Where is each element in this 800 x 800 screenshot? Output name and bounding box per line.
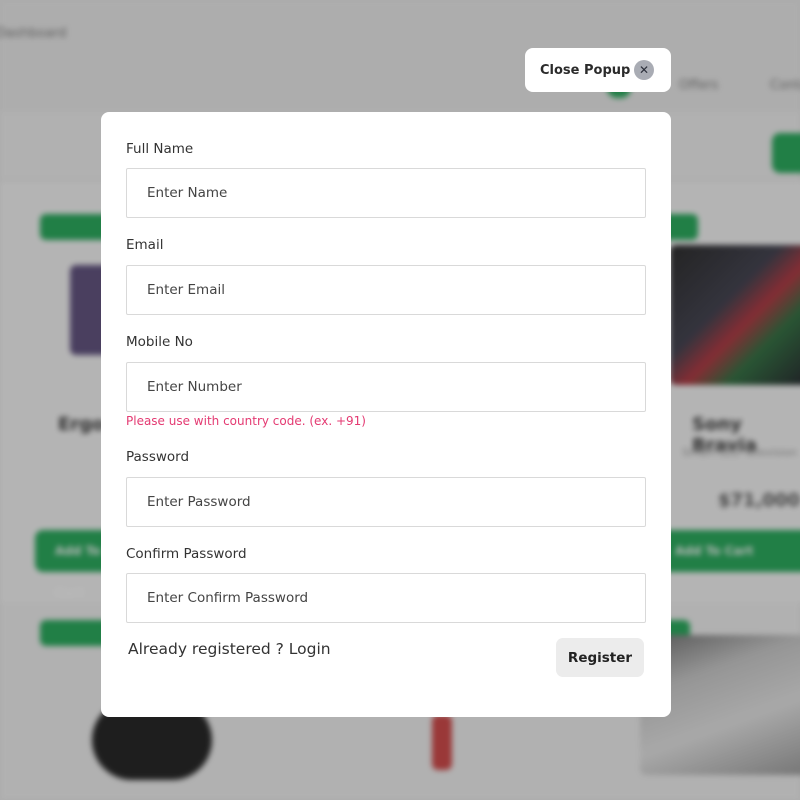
confirm-password-label: Confirm Password [126,546,247,562]
password-label: Password [126,449,190,465]
email-label: Email [126,237,164,253]
close-popup-label: Close Popup [540,62,631,78]
password-input[interactable] [126,477,646,527]
register-modal: Full Name Email Mobile No Please use wit… [101,112,671,717]
confirm-password-input[interactable] [126,573,646,623]
mobile-label: Mobile No [126,334,193,350]
close-popup-button[interactable]: Close Popup ✕ [525,48,671,92]
mobile-input[interactable] [126,362,646,412]
full-name-label: Full Name [126,141,194,157]
full-name-input[interactable] [126,168,646,218]
mobile-hint: Please use with country code. (ex. +91) [126,414,366,428]
login-link[interactable]: Already registered ? Login [128,640,331,658]
email-input[interactable] [126,265,646,315]
register-button[interactable]: Register [556,638,644,677]
close-icon[interactable]: ✕ [634,60,654,80]
